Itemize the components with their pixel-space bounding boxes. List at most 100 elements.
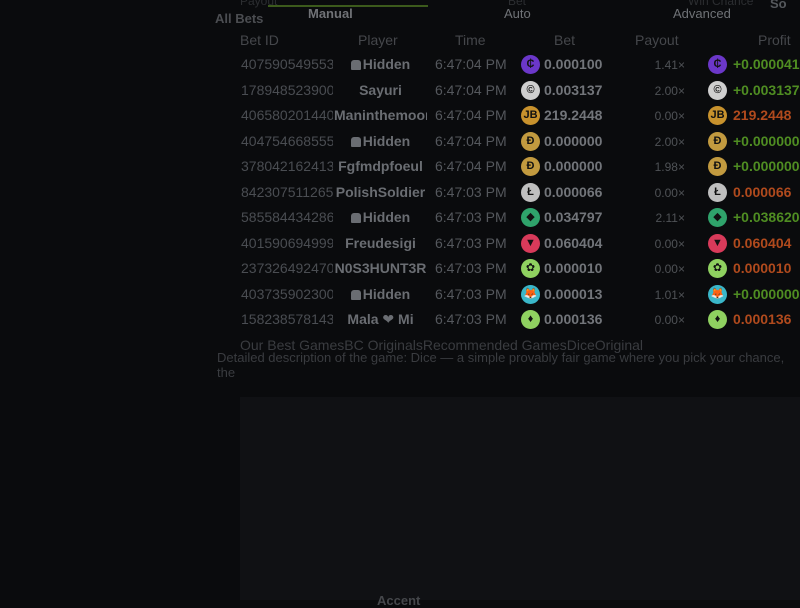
bet-time: 6:47:03 PM	[435, 285, 507, 302]
payout-multiplier: 0.00×	[654, 109, 685, 123]
player-name[interactable]: Hidden	[334, 56, 427, 72]
currency-icon: ₵	[521, 55, 540, 74]
payout-multiplier: 0.00×	[654, 262, 685, 276]
game-panel	[240, 397, 800, 600]
bet-amount: 0.000136	[544, 311, 603, 327]
player-name[interactable]: PolishSoldier	[334, 184, 427, 200]
bet-time: 6:47:04 PM	[435, 158, 507, 174]
game-description: Detailed description of the game: Dice —…	[217, 350, 785, 380]
bet-id[interactable]: 401590694999	[241, 235, 333, 251]
player-label: Hidden	[362, 285, 411, 302]
bet-amount: 0.000000	[544, 158, 603, 174]
player-label: Hidden	[362, 209, 411, 225]
currency-icon: ©	[708, 80, 727, 100]
currency-icon: ◆	[521, 208, 540, 227]
player-label: PolishSoldier	[335, 183, 426, 200]
currency-icon: ©	[521, 80, 540, 100]
currency-icon: ₵	[708, 55, 727, 74]
bet-time: 6:47:03 PM	[435, 183, 507, 200]
profit-amount: 0.000066	[733, 183, 792, 200]
currency-icon: Ð	[521, 131, 540, 151]
profit-amount: 219.2448	[733, 107, 792, 123]
header-player: Player	[358, 32, 398, 48]
player-label: Freudesigi	[345, 234, 416, 251]
table-row[interactable]: 401590694999 Freudesigi 6:47:03 PM ▼ 0.06040…	[240, 231, 800, 256]
all-bets-tab[interactable]: All Bets	[215, 11, 263, 26]
currency-icon: ▼	[708, 233, 727, 253]
currency-icon: Ð	[708, 157, 727, 176]
currency-icon: ✿	[708, 259, 727, 278]
player-name[interactable]: Hidden	[334, 133, 427, 149]
bet-amount: 0.000010	[544, 260, 603, 276]
accent-label: Accent	[377, 593, 421, 608]
player-name[interactable]: Hidden	[334, 209, 427, 225]
tab-advanced[interactable]: Advanced	[673, 6, 731, 21]
bet-id[interactable]: 378042162413	[241, 158, 333, 174]
bet-id[interactable]: 178948523900	[241, 82, 333, 98]
bet-amount: 0.000100	[544, 56, 603, 72]
currency-icon: Ð	[521, 157, 540, 176]
profit-amount: 0.000136	[733, 311, 792, 327]
currency-icon: 🦊	[708, 284, 727, 304]
profit-amount: +0.000000	[733, 158, 800, 174]
profit-amount: +0.000041	[733, 56, 800, 72]
player-name[interactable]: N0S3HUNT3R	[334, 260, 427, 276]
tab-manual[interactable]: Manual	[308, 6, 353, 21]
currency-icon: ♦	[521, 310, 540, 329]
header-time: Time	[455, 32, 486, 48]
header-payout: Payout	[635, 32, 679, 48]
hidden-user-icon	[350, 213, 361, 223]
table-row[interactable]: 403735902300 Hidden 6:47:03 PM 🦊 0.000013 1.0…	[240, 282, 800, 307]
player-label: Hidden	[362, 56, 411, 72]
payout-multiplier: 2.00×	[654, 134, 685, 149]
bet-time: 6:47:03 PM	[435, 260, 507, 276]
bet-amount: 0.000000	[544, 132, 603, 149]
player-name[interactable]: Sayuri	[334, 82, 427, 98]
profit-amount: 0.000010	[733, 260, 792, 276]
payout-multiplier: 0.00×	[654, 236, 685, 251]
bet-time: 6:47:04 PM	[435, 107, 507, 123]
bet-id[interactable]: 585584434286	[241, 209, 333, 225]
currency-icon: JB	[708, 106, 727, 125]
so-ghost-label: So	[770, 0, 787, 11]
currency-icon: Ł	[521, 182, 540, 202]
bet-id[interactable]: 407590549553	[241, 56, 333, 72]
bet-id[interactable]: 403735902300	[241, 286, 333, 302]
header-bet: Bet	[554, 32, 576, 48]
bet-time: 6:47:03 PM	[435, 209, 507, 225]
player-name[interactable]: Mala ❤ Mi	[334, 311, 427, 328]
table-row[interactable]: 378042162413 Fgfmdpfoeul 6:47:04 PM Ð 0.0000…	[240, 154, 800, 179]
currency-icon: ▼	[521, 233, 540, 253]
player-name[interactable]: Maninthemoon	[334, 107, 427, 123]
bet-time: 6:47:04 PM	[435, 56, 507, 72]
bet-id[interactable]: 404754668555	[241, 133, 333, 149]
currency-icon: Ł	[708, 182, 727, 202]
player-name[interactable]: Freudesigi	[334, 235, 427, 251]
table-row[interactable]: 178948523900 Sayuri 6:47:04 PM © 0.003137 2.0…	[240, 78, 800, 103]
table-row[interactable]: 842307511265 PolishSoldier 6:47:03 PM Ł 0.00…	[240, 180, 800, 205]
bet-amount: 0.060404	[544, 234, 603, 251]
player-name[interactable]: Fgfmdpfoeul	[334, 158, 427, 174]
bet-id[interactable]: 842307511265	[241, 184, 333, 200]
header-profit: Profit	[758, 32, 791, 48]
bet-id[interactable]: 406580201440	[241, 107, 333, 123]
currency-icon: JB	[521, 106, 540, 125]
currency-icon: Ð	[708, 131, 727, 151]
tab-auto[interactable]: Auto	[504, 6, 531, 21]
bet-id[interactable]: 237326492470	[241, 260, 333, 276]
payout-multiplier: 2.11×	[655, 211, 685, 225]
bet-id[interactable]: 158238578143	[241, 311, 333, 327]
table-row[interactable]: 404754668555 Hidden 6:47:04 PM Ð 0.000000 2.0…	[240, 129, 800, 154]
bet-time: 6:47:04 PM	[435, 81, 507, 98]
table-row[interactable]: 585584434286 Hidden 6:47:03 PM ◆ 0.034797 2.1…	[240, 205, 800, 230]
currency-icon: ◆	[708, 208, 727, 227]
table-row[interactable]: 237326492470 N0S3HUNT3R 6:47:03 PM ✿ 0.00001…	[240, 256, 800, 281]
table-row[interactable]: 407590549553 Hidden 6:47:04 PM ₵ 0.000100 1.4…	[240, 52, 800, 77]
player-label: Sayuri	[359, 81, 402, 98]
table-row[interactable]: 406580201440 Maninthemoon 6:47:04 PM JB 219.…	[240, 103, 800, 128]
player-label: N0S3HUNT3R	[334, 260, 427, 276]
table-row[interactable]: 158238578143 Mala ❤ Mi 6:47:03 PM ♦ 0.000136…	[240, 307, 800, 332]
payout-multiplier: 1.98×	[654, 160, 685, 174]
player-name[interactable]: Hidden	[334, 286, 427, 302]
bet-amount: 0.000013	[544, 285, 603, 302]
